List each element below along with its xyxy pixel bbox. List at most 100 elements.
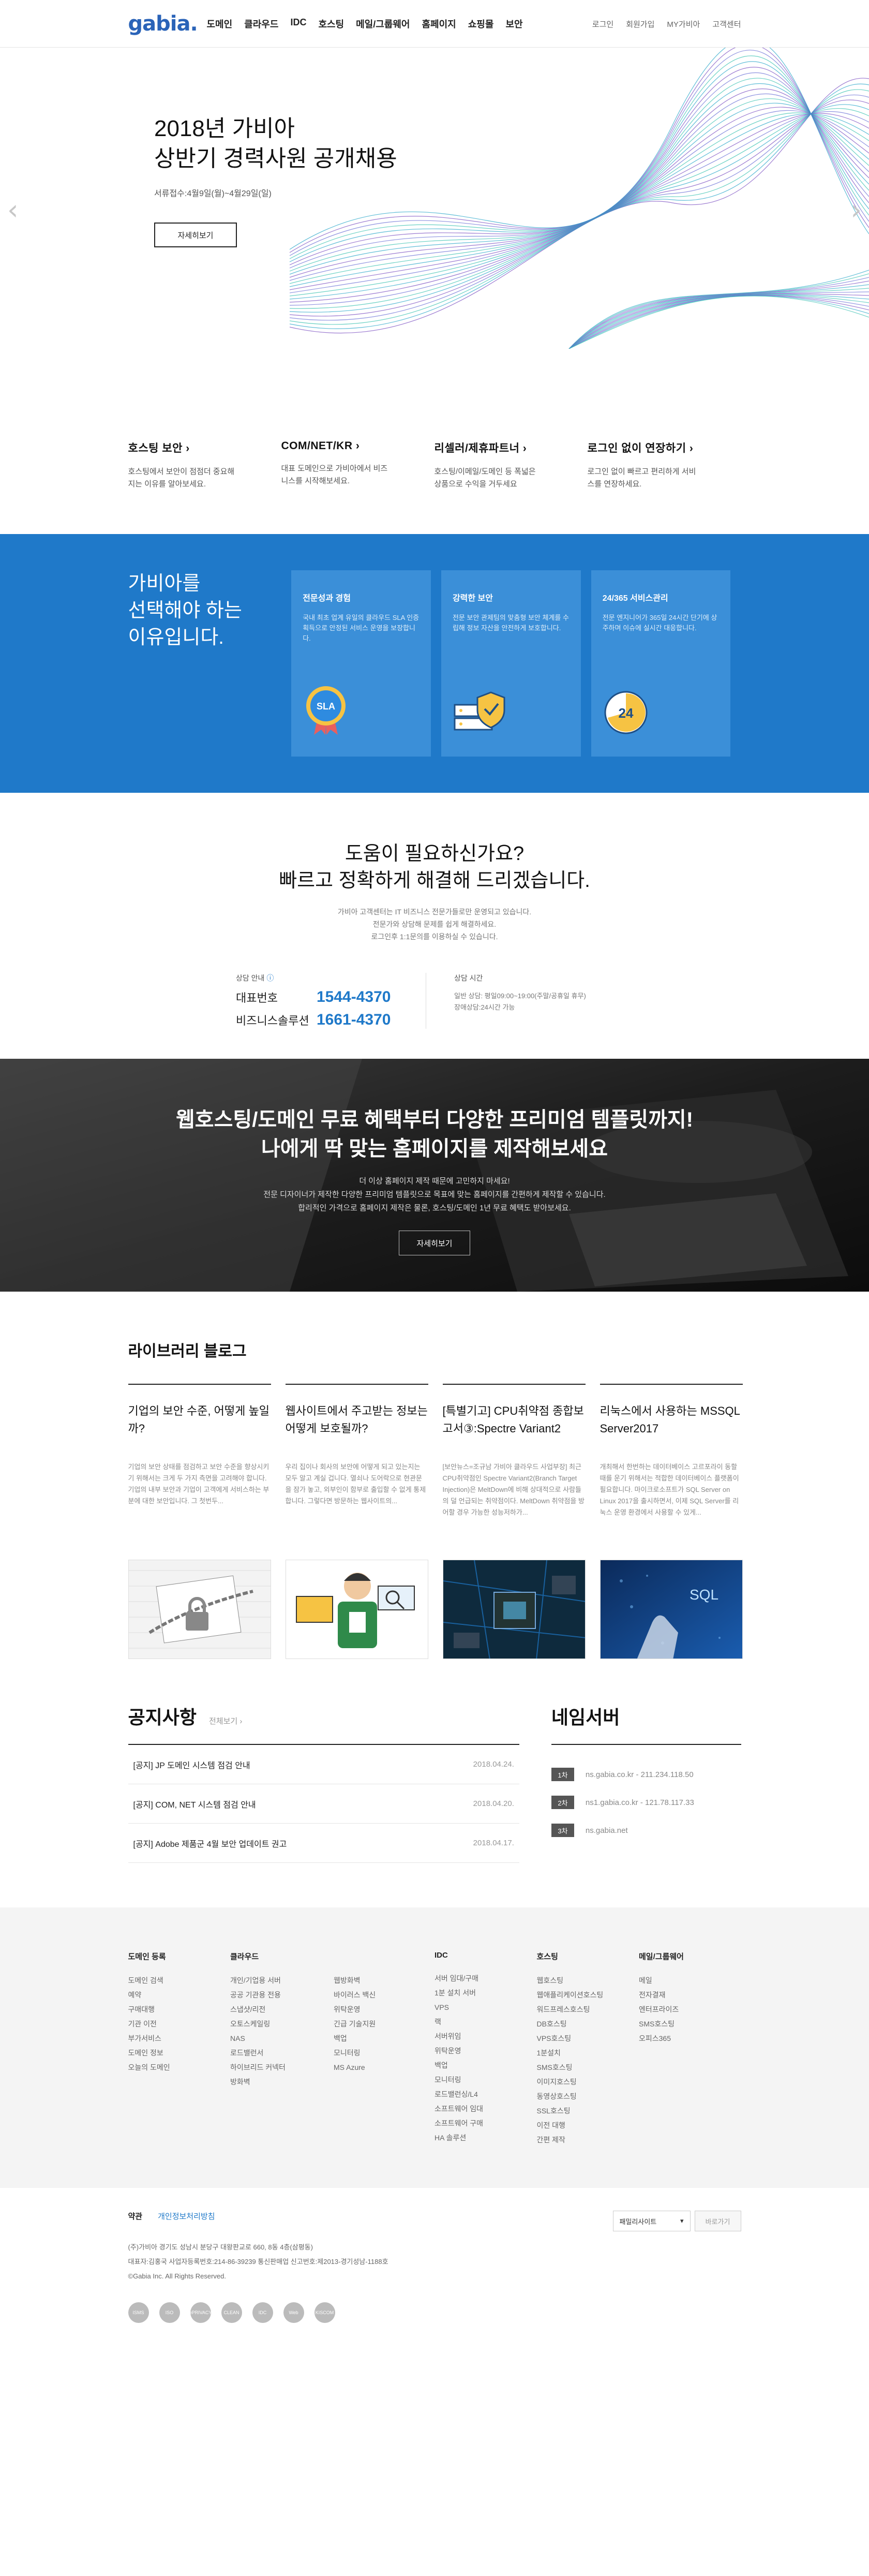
sitemap-link[interactable]: 개인/기업용 서버 [230, 1973, 313, 1988]
nav-security[interactable]: 보안 [505, 17, 522, 31]
sitemap-link[interactable]: VPS호스팅 [537, 2031, 620, 2046]
blog-post[interactable]: [특별기고] CPU취약점 종합보고서③:Spectre Variant2 [보… [442, 1384, 586, 1659]
sitemap-heading[interactable]: 도메인 등록 [128, 1951, 231, 1962]
nav-idc[interactable]: IDC [290, 17, 306, 31]
sitemap-link[interactable]: 소프트웨어 임대 [435, 2101, 517, 2116]
sitemap-link[interactable]: 도메인 검색 [128, 1973, 211, 1988]
notice-item-title[interactable]: [공지] Adobe 제품군 4월 보안 업데이트 권고 [133, 1837, 287, 1849]
sitemap-link[interactable]: 모니터링 [334, 2046, 416, 2060]
sitemap-link[interactable]: 소프트웨어 구매 [435, 2116, 517, 2130]
nav-shopping[interactable]: 쇼핑몰 [468, 17, 494, 31]
post-title[interactable]: 웹사이트에서 주고받는 정보는 어떻게 보호될까? [286, 1402, 428, 1455]
sitemap-link[interactable]: 긴급 기술지원 [334, 2017, 416, 2031]
biz-number[interactable]: 1661-4370 [317, 1011, 391, 1029]
prev-slide-arrow[interactable]: ‹ [7, 194, 19, 226]
sitemap-link[interactable]: 스냅샷/리전 [230, 2002, 313, 2017]
nav-hosting[interactable]: 호스팅 [318, 17, 344, 31]
next-slide-arrow[interactable]: › [850, 194, 862, 226]
post-thumbnail[interactable] [285, 1560, 428, 1659]
sitemap-link[interactable]: HA 솔루션 [435, 2130, 517, 2145]
sitemap-link[interactable]: 웹호스팅 [537, 1973, 620, 1988]
notice-item-title[interactable]: [공지] JP 도메인 시스템 점검 안내 [133, 1758, 250, 1771]
sitemap-link[interactable]: 공공 기관용 전용 [230, 1988, 313, 2002]
info-icon[interactable]: ⓘ [266, 974, 274, 982]
sitemap-link[interactable]: 로드밸런싱/L4 [435, 2087, 517, 2101]
notice-item[interactable]: [공지] Adobe 제품군 4월 보안 업데이트 권고 2018.04.17. [128, 1824, 519, 1863]
family-site-select[interactable]: 패밀리사이트 ▾ [612, 2211, 691, 2231]
sitemap-link[interactable]: 엔터프라이즈 [639, 2002, 722, 2017]
sitemap-link[interactable]: 웹방화벽 [334, 1973, 416, 1988]
sitemap-link[interactable]: 모니터링 [435, 2072, 517, 2087]
sitemap-link[interactable]: SMS호스팅 [639, 2017, 722, 2031]
post-thumbnail[interactable] [442, 1560, 586, 1659]
post-thumbnail[interactable]: SQL [600, 1560, 743, 1659]
my-gabia-link[interactable]: MY가비아 [667, 19, 700, 29]
blog-post[interactable]: 기업의 보안 수준, 어떻게 높일까? 기업의 보안 상태를 점검하고 보안 수… [128, 1384, 271, 1659]
post-thumbnail[interactable] [128, 1560, 271, 1659]
gabia-logo[interactable]: gabia. [128, 12, 198, 36]
sitemap-link[interactable]: 웹애플리케이션호스팅 [537, 1988, 620, 2002]
sitemap-link[interactable]: 서버 임대/구매 [435, 1971, 517, 1986]
sitemap-link[interactable]: 하이브리드 커넥터 [230, 2060, 313, 2075]
sitemap-link[interactable]: DB호스팅 [537, 2017, 620, 2031]
sitemap-link[interactable]: 구매대행 [128, 2002, 211, 2017]
sitemap-link[interactable]: 바이러스 백신 [334, 1988, 416, 2002]
sitemap-link[interactable]: SSL호스팅 [537, 2104, 620, 2118]
sitemap-heading[interactable]: 호스팅 [537, 1951, 639, 1962]
sitemap-link[interactable]: 간편 제작 [537, 2133, 620, 2147]
nav-cloud[interactable]: 클라우드 [244, 17, 278, 31]
post-title[interactable]: 기업의 보안 수준, 어떻게 높일까? [128, 1402, 271, 1455]
post-title[interactable]: [특별기고] CPU취약점 종합보고서③:Spectre Variant2 [443, 1402, 586, 1455]
privacy-link[interactable]: 개인정보처리방침 [158, 2211, 215, 2222]
blog-post[interactable]: 웹사이트에서 주고받는 정보는 어떻게 보호될까? 우리 집이나 회사의 보안에… [285, 1384, 428, 1659]
rep-number[interactable]: 1544-4370 [317, 988, 391, 1006]
sitemap-link[interactable]: 위탁운영 [334, 2002, 416, 2017]
post-title[interactable]: 리눅스에서 사용하는 MSSQL Server2017 [600, 1402, 743, 1455]
nav-mail[interactable]: 메일/그룹웨어 [356, 17, 410, 31]
sitemap-link[interactable]: 예약 [128, 1988, 211, 2002]
service-item-hosting-security[interactable]: 호스팅 보안 › 호스팅에서 보안이 점점더 중요해지는 이유를 알아보세요. [128, 440, 281, 491]
terms-link[interactable]: 약관 [128, 2211, 143, 2222]
service-item-domain[interactable]: COM/NET/KR › 대표 도메인으로 가비아에서 비즈니스를 시작해보세요… [281, 440, 435, 491]
nav-homepage[interactable]: 홈페이지 [422, 17, 456, 31]
banner-detail-button[interactable]: 자세히보기 [399, 1231, 470, 1255]
sitemap-link[interactable]: 오피스365 [639, 2031, 722, 2046]
notice-more-link[interactable]: 전체보기 › [209, 1715, 242, 1726]
sitemap-link[interactable]: 방화벽 [230, 2075, 313, 2089]
sitemap-link[interactable]: 위탁운영 [435, 2044, 517, 2058]
sitemap-link[interactable]: 이전 대행 [537, 2118, 620, 2133]
sitemap-link[interactable]: 동영상호스팅 [537, 2089, 620, 2104]
blog-post[interactable]: 리눅스에서 사용하는 MSSQL Server2017 개최해서 한번하는 데이… [600, 1384, 743, 1659]
customer-center-link[interactable]: 고객센터 [712, 19, 741, 29]
sitemap-link[interactable]: 1분설치 [537, 2046, 620, 2060]
sitemap-heading[interactable]: 메일/그룹웨어 [639, 1951, 741, 1962]
sitemap-heading[interactable]: IDC [435, 1951, 537, 1960]
sitemap-link[interactable]: 기관 이전 [128, 2017, 211, 2031]
sitemap-link[interactable]: 도메인 정보 [128, 2046, 211, 2060]
sitemap-link[interactable]: 로드밸런서 [230, 2046, 313, 2060]
notice-item[interactable]: [공지] COM, NET 시스템 점검 안내 2018.04.20. [128, 1784, 519, 1824]
sitemap-link[interactable]: MS Azure [334, 2060, 416, 2075]
sitemap-link[interactable]: 워드프레스호스팅 [537, 2002, 620, 2017]
sitemap-link[interactable]: SMS호스팅 [537, 2060, 620, 2075]
sitemap-link[interactable]: NAS [230, 2031, 313, 2046]
family-site-go-button[interactable]: 바로가기 [694, 2211, 741, 2231]
sitemap-link[interactable]: 서버위임 [435, 2029, 517, 2044]
notice-item[interactable]: [공지] JP 도메인 시스템 점검 안내 2018.04.24. [128, 1745, 519, 1784]
hero-detail-button[interactable]: 자세히보기 [154, 223, 237, 247]
sitemap-link[interactable]: 오늘의 도메인 [128, 2060, 211, 2075]
login-link[interactable]: 로그인 [592, 19, 613, 29]
sitemap-link[interactable]: 전자결재 [639, 1988, 722, 2002]
sitemap-link[interactable]: 오토스케일링 [230, 2017, 313, 2031]
notice-item-title[interactable]: [공지] COM, NET 시스템 점검 안내 [133, 1798, 256, 1810]
service-item-reseller[interactable]: 리셀러/제휴파트너 › 호스팅/이메일/도메인 등 폭넓은 상품으로 수익을 거… [435, 440, 588, 491]
nav-domain[interactable]: 도메인 [207, 17, 233, 31]
sitemap-heading[interactable]: 클라우드 [230, 1951, 435, 1962]
sitemap-link[interactable]: 메일 [639, 1973, 722, 1988]
sitemap-link[interactable]: 이미지호스팅 [537, 2075, 620, 2089]
sitemap-link[interactable]: VPS [435, 2000, 517, 2015]
signup-link[interactable]: 회원가입 [626, 19, 654, 29]
sitemap-link[interactable]: 1분 설치 서버 [435, 1986, 517, 2000]
sitemap-link[interactable]: 부가서비스 [128, 2031, 211, 2046]
sitemap-link[interactable]: 랙 [435, 2015, 517, 2029]
